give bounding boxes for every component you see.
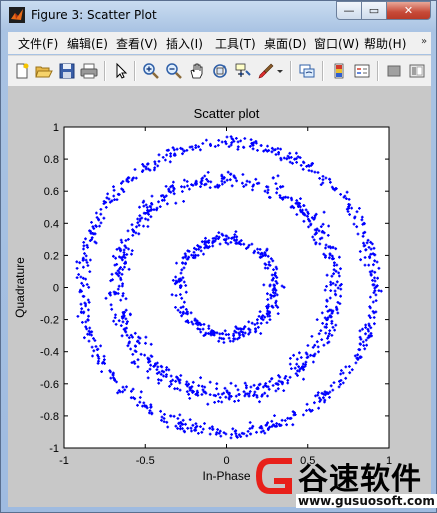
toolbar-separator	[134, 61, 136, 81]
menu-overflow-chevron-icon[interactable]: »	[421, 36, 427, 47]
menu-tools[interactable]: 工具(T)	[215, 35, 256, 52]
new-figure-icon[interactable]	[13, 62, 31, 80]
y-tick-label: 0.4	[44, 218, 59, 230]
figure-canvas: -1 -0.5 0 0.5 1 1 0.8 0.6 0.4 0.2 0 -0.2 -0.4 -0.6 -0.…	[8, 87, 431, 507]
x-tick-label: 0	[223, 455, 229, 467]
y-tick-label: -0.8	[40, 411, 59, 423]
menu-bar: 文件(F) 编辑(E) 查看(V) 插入(I) 工具(T) 桌面(D) 窗口(W…	[8, 32, 431, 54]
y-axis-label: Quadrature	[13, 257, 27, 318]
y-tick-label: -0.4	[40, 347, 59, 359]
y-tick-label: 0.8	[44, 154, 59, 166]
pan-hand-icon[interactable]	[188, 62, 206, 80]
edit-plot-arrow-icon[interactable]	[112, 62, 130, 80]
hide-plot-tools-icon[interactable]	[385, 62, 403, 80]
toolbar-separator	[322, 61, 324, 81]
y-tick-label: 0.2	[44, 250, 59, 262]
y-tick-label: -1	[49, 443, 59, 455]
watermark: 谷速软件 www.gusuosoft.com	[252, 452, 437, 513]
link-plot-icon[interactable]	[298, 62, 316, 80]
figure-toolbar	[8, 55, 431, 87]
insert-legend-icon[interactable]	[353, 62, 371, 80]
insert-colorbar-icon[interactable]	[330, 62, 348, 80]
matlab-icon	[9, 7, 25, 23]
minimize-button[interactable]: —	[336, 1, 362, 20]
print-icon[interactable]	[80, 62, 98, 80]
brush-dropdown-chevron-down-icon[interactable]	[276, 62, 284, 80]
y-tick-label: -0.2	[40, 315, 59, 327]
rotate-3d-icon[interactable]	[211, 62, 229, 80]
y-tick-label: 0	[53, 283, 59, 295]
y-tick-label: -0.6	[40, 379, 59, 391]
watermark-url: www.gusuosoft.com	[296, 494, 437, 508]
toolbar-separator	[290, 61, 292, 81]
menu-insert[interactable]: 插入(I)	[166, 35, 203, 52]
zoom-in-icon[interactable]	[142, 62, 160, 80]
maximize-button[interactable]: ▭	[361, 1, 387, 20]
window-title: Figure 3: Scatter Plot	[31, 8, 157, 22]
menu-help[interactable]: 帮助(H)	[364, 35, 406, 52]
plot-title: Scatter plot	[194, 106, 260, 121]
x-tick-label: -1	[59, 455, 69, 467]
menu-window[interactable]: 窗口(W)	[314, 35, 359, 52]
y-tick-label: 1	[53, 122, 59, 134]
x-tick-label: -0.5	[136, 455, 155, 467]
data-cursor-icon[interactable]	[234, 62, 252, 80]
menu-file[interactable]: 文件(F)	[18, 35, 58, 52]
open-file-icon[interactable]	[35, 62, 53, 80]
save-icon[interactable]	[58, 62, 76, 80]
zoom-out-icon[interactable]	[165, 62, 183, 80]
axes-background	[64, 127, 389, 448]
x-axis-label: In-Phase	[202, 469, 250, 483]
watermark-logo-icon	[256, 458, 292, 494]
toolbar-separator	[377, 61, 379, 81]
menu-view[interactable]: 查看(V)	[116, 35, 158, 52]
watermark-text: 谷速软件	[298, 462, 422, 497]
title-bar[interactable]: Figure 3: Scatter Plot — ▭ ✕	[1, 1, 436, 31]
toolbar-separator	[104, 61, 106, 81]
menu-desktop[interactable]: 桌面(D)	[264, 35, 307, 52]
brush-icon[interactable]	[257, 62, 275, 80]
show-plot-tools-icon[interactable]	[408, 62, 426, 80]
figure-window: Figure 3: Scatter Plot — ▭ ✕ 文件(F) 编辑(E)…	[0, 0, 437, 513]
close-button[interactable]: ✕	[386, 1, 431, 20]
menu-edit[interactable]: 编辑(E)	[67, 35, 108, 52]
y-tick-label: 0.6	[44, 186, 59, 198]
scatter-plot: -1 -0.5 0 0.5 110.80.60.40.20-0.2-0.4-0.6-0.…	[13, 106, 392, 483]
